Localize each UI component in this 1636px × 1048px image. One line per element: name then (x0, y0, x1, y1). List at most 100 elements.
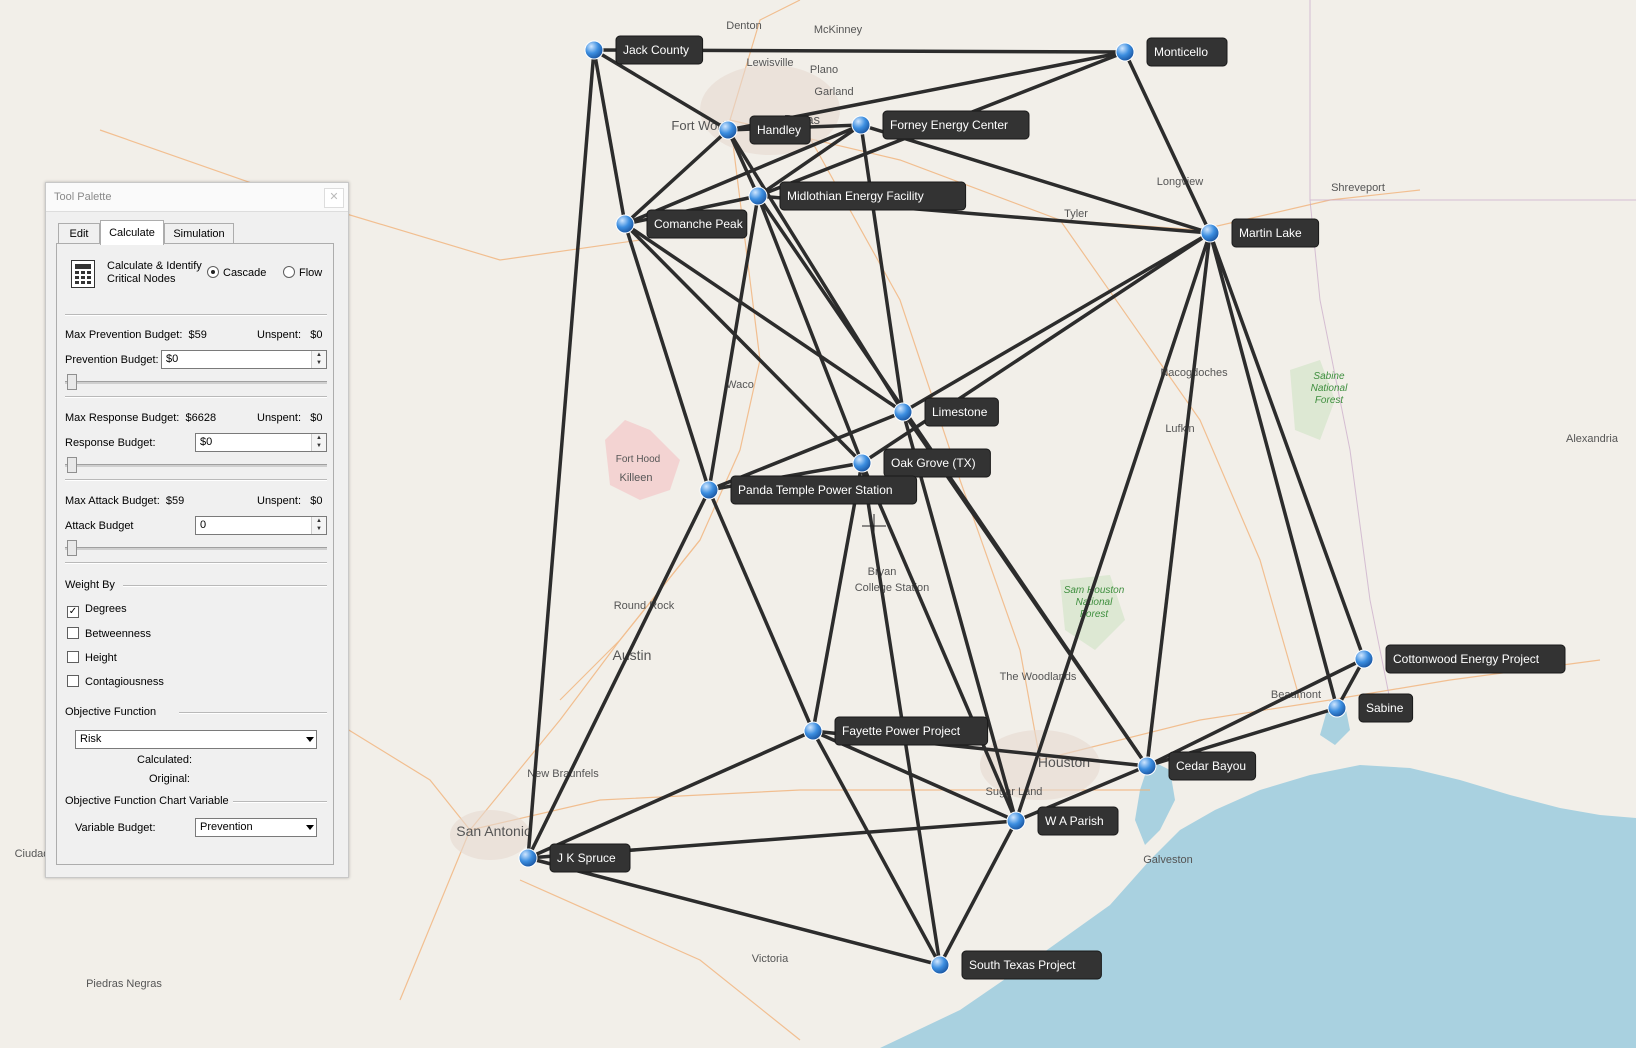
group-line (179, 712, 327, 714)
city-label: Victoria (752, 953, 789, 965)
checkbox-unchecked-icon[interactable] (67, 627, 79, 639)
prevention-budget-slider[interactable] (65, 374, 327, 390)
city-label: Galveston (1143, 854, 1193, 866)
attack-budget-slider[interactable] (65, 540, 327, 556)
city-label: New Braunfels (527, 768, 599, 780)
tool-palette-titlebar[interactable]: Tool Palette ✕ (46, 183, 348, 212)
chevron-down-icon[interactable] (306, 737, 314, 742)
spin-arrows-icon[interactable]: ▲ ▼ (311, 517, 326, 534)
objective-function-label: Objective Function (65, 706, 161, 718)
chart-variable-label: Objective Function Chart Variable (65, 795, 233, 807)
forest-label-sabine: Sabine (1313, 371, 1345, 382)
variable-budget-select[interactable]: Prevention (195, 818, 317, 837)
attack-budget-value: 0 (200, 519, 207, 531)
city-label: Tyler (1064, 208, 1088, 220)
node-label: Panda Temple Power Station (738, 483, 893, 497)
node-marker[interactable] (615, 214, 635, 234)
node-label: Oak Grove (TX) (891, 456, 976, 470)
node-marker[interactable] (893, 402, 913, 422)
prevention-budget-value: $0 (166, 353, 179, 365)
variable-budget-value: Prevention (200, 821, 253, 833)
node-marker[interactable] (584, 40, 604, 60)
city-label: Killeen (619, 472, 652, 484)
city-label: Alexandria (1566, 433, 1619, 445)
node-label: J K Spruce (557, 851, 616, 865)
city-label: Denton (726, 20, 761, 32)
tab-calculate[interactable]: Calculate (100, 220, 164, 245)
tool-palette-window[interactable]: Tool Palette ✕ Edit Calculate Simulation… (45, 182, 349, 878)
node-marker[interactable] (852, 453, 872, 473)
node-marker[interactable] (699, 480, 719, 500)
mode-flow-radio[interactable]: Flow (283, 266, 322, 279)
slider-thumb[interactable] (67, 374, 77, 390)
attack-budget-label: Attack Budget (65, 520, 134, 532)
separator (65, 479, 327, 481)
attack-budget-input[interactable]: 0 ▲ ▼ (195, 516, 327, 535)
checkbox-height[interactable]: Height (67, 651, 117, 664)
slider-thumb[interactable] (67, 540, 77, 556)
mode-cascade-radio[interactable]: Cascade (207, 266, 266, 279)
node-label: Comanche Peak (654, 217, 744, 231)
checkbox-checked-icon[interactable]: ✓ (67, 606, 79, 618)
prevention-unspent-value: $0 (310, 329, 323, 341)
calc-header-line2: Critical Nodes (107, 273, 176, 285)
response-unspent: Unspent: $0 (257, 412, 323, 424)
original-label: Original: (149, 773, 190, 785)
node-marker[interactable] (1354, 649, 1374, 669)
node-marker[interactable] (518, 848, 538, 868)
calculator-icon (71, 260, 95, 288)
checkbox-unchecked-icon[interactable] (67, 651, 79, 663)
tab-simulation[interactable]: Simulation (164, 223, 234, 244)
calc-header-line1: Calculate & Identify (107, 260, 202, 272)
mode-flow-label: Flow (299, 267, 323, 279)
checkbox-contagiousness[interactable]: Contagiousness (67, 675, 164, 688)
node-label: Cedar Bayou (1176, 759, 1246, 773)
prevention-budget-input[interactable]: $0 ▲ ▼ (161, 350, 327, 369)
forest-label-sabine-2: National (1311, 383, 1348, 394)
node-marker[interactable] (1200, 223, 1220, 243)
separator (65, 314, 327, 316)
node-marker[interactable] (1006, 811, 1026, 831)
prevention-unspent: Unspent: $0 (257, 329, 323, 341)
forest-label-samhouston-2: National (1076, 597, 1113, 608)
node-label: Limestone (932, 405, 988, 419)
node-cottonwood[interactable]: Cottonwood Energy Project (1354, 644, 1566, 674)
city-label: Garland (814, 86, 853, 98)
checkbox-degrees[interactable]: ✓ Degrees (67, 603, 127, 618)
response-budget-value: $0 (200, 436, 213, 448)
max-prevention-label: Max Prevention Budget: $59 (65, 329, 207, 341)
max-prevention-value: $59 (188, 329, 207, 341)
spin-arrows-icon[interactable]: ▲ ▼ (311, 434, 326, 451)
node-midlothian[interactable]: Midlothian Energy Facility (748, 181, 967, 211)
city-label: Shreveport (1331, 182, 1385, 194)
response-budget-input[interactable]: $0 ▲ ▼ (195, 433, 327, 452)
objective-function-select[interactable]: Risk (75, 730, 317, 749)
response-budget-slider[interactable] (65, 457, 327, 473)
chevron-down-icon[interactable] (306, 825, 314, 830)
node-marker[interactable] (1327, 698, 1347, 718)
node-panda[interactable]: Panda Temple Power Station (699, 475, 918, 505)
city-label: McKinney (814, 24, 863, 36)
node-marker[interactable] (930, 955, 950, 975)
checkbox-betweenness[interactable]: Betweenness (67, 627, 151, 640)
node-marker[interactable] (1115, 42, 1135, 62)
city-label: Piedras Negras (86, 978, 162, 990)
response-unspent-value: $0 (310, 412, 323, 424)
tab-edit[interactable]: Edit (58, 223, 100, 244)
group-line (123, 585, 327, 587)
node-marker[interactable] (718, 120, 738, 140)
close-icon[interactable]: ✕ (324, 188, 344, 208)
city-label: Fort Hood (616, 454, 660, 465)
checkbox-unchecked-icon[interactable] (67, 675, 79, 687)
node-label: Fayette Power Project (842, 724, 961, 738)
node-marker[interactable] (803, 721, 823, 741)
node-marker[interactable] (851, 115, 871, 135)
city-label: Round Rock (614, 600, 675, 612)
slider-thumb[interactable] (67, 457, 77, 473)
node-marker[interactable] (1137, 756, 1157, 776)
spin-arrows-icon[interactable]: ▲ ▼ (311, 351, 326, 368)
node-label: Midlothian Energy Facility (787, 189, 924, 203)
separator (65, 396, 327, 398)
node-label: Martin Lake (1239, 226, 1302, 240)
node-marker[interactable] (748, 186, 768, 206)
